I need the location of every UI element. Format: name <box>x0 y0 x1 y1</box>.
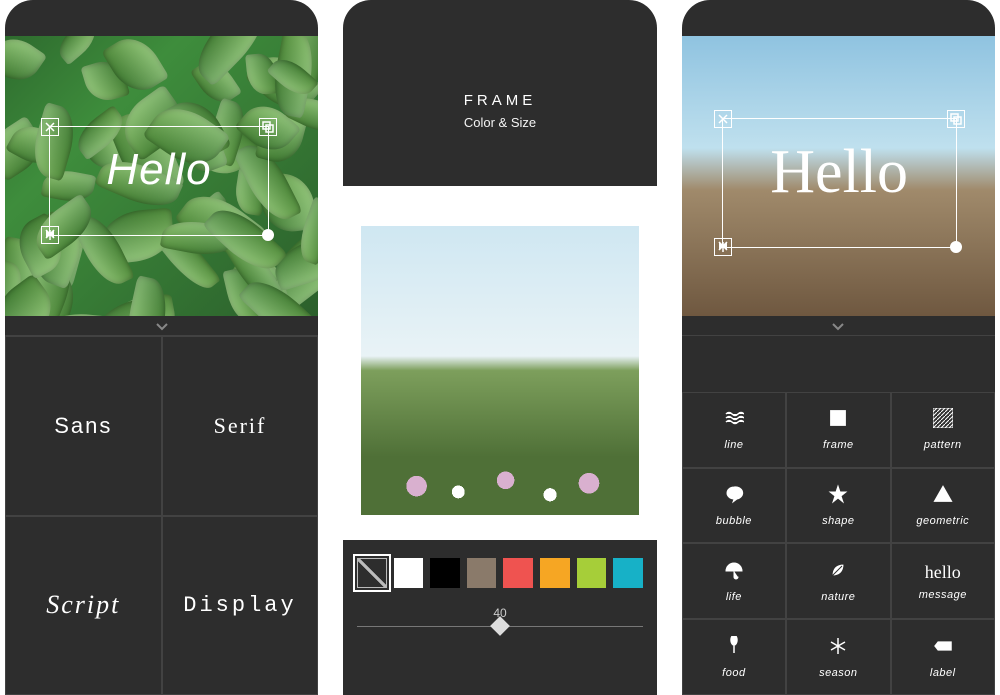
tool-label: frame <box>823 439 854 451</box>
tool-label: life <box>726 591 742 603</box>
color-swatch[interactable] <box>540 558 570 588</box>
color-swatch[interactable] <box>430 558 460 588</box>
color-swatch[interactable] <box>467 558 497 588</box>
tool-geometric[interactable]: geometric <box>891 468 995 544</box>
tool-season[interactable]: season <box>786 619 890 695</box>
chevron-down-icon[interactable] <box>682 316 995 336</box>
status-bar <box>682 0 995 36</box>
close-icon[interactable] <box>41 118 59 136</box>
tool-label: season <box>819 667 857 679</box>
frame-icon <box>828 408 848 433</box>
tool-bubble[interactable]: bubble <box>682 468 786 544</box>
phone-fonts-screen: Hello Sans Serif Script Display <box>5 0 318 695</box>
tool-shape[interactable]: shape <box>786 468 890 544</box>
tool-label: food <box>722 667 745 679</box>
tool-grid: line frame pattern bubble shape geometric life… <box>682 316 995 695</box>
text-selection-box[interactable]: Hello <box>49 126 269 236</box>
font-option-serif[interactable]: Serif <box>162 336 319 516</box>
color-swatch-row <box>357 558 642 588</box>
font-option-display[interactable]: Display <box>162 516 319 695</box>
color-swatch[interactable] <box>503 558 533 588</box>
snow-icon <box>828 636 848 661</box>
flip-icon[interactable] <box>41 226 59 244</box>
leaf-icon <box>828 560 848 585</box>
star-icon <box>828 484 848 509</box>
tool-message[interactable]: hello message <box>891 543 995 619</box>
text-overlay[interactable]: Hello <box>50 145 268 195</box>
phone-frame-screen: FRAME Color & Size 40 <box>343 0 656 695</box>
tool-label: bubble <box>716 515 752 527</box>
tool-label: message <box>919 589 967 601</box>
close-icon[interactable] <box>714 110 732 128</box>
font-option-script[interactable]: Script <box>5 516 162 695</box>
tool-label: shape <box>822 515 854 527</box>
rotate-handle[interactable] <box>262 229 274 241</box>
frame-panel-header: FRAME Color & Size <box>343 36 656 186</box>
color-swatch[interactable] <box>357 558 387 588</box>
color-swatch[interactable] <box>394 558 424 588</box>
umbrella-icon <box>724 560 744 585</box>
text-selection-box[interactable]: Hello <box>722 118 957 248</box>
tool-nature[interactable]: nature <box>786 543 890 619</box>
image-canvas[interactable] <box>343 186 656 540</box>
tool-life[interactable]: life <box>682 543 786 619</box>
phone-tools-screen: Hello line frame pattern bubble shape geometr… <box>682 0 995 695</box>
food-icon <box>724 636 744 661</box>
panel-subtitle: Color & Size <box>464 115 536 130</box>
color-swatch[interactable] <box>613 558 643 588</box>
frame-controls: 40 <box>343 540 656 695</box>
color-swatch[interactable] <box>577 558 607 588</box>
image-canvas[interactable]: Hello <box>682 36 995 316</box>
font-picker-panel: Sans Serif Script Display <box>5 316 318 695</box>
waves-icon <box>724 408 744 433</box>
slider-track[interactable] <box>357 626 642 627</box>
tool-pattern[interactable]: pattern <box>891 392 995 468</box>
tool-label: pattern <box>924 439 962 451</box>
flip-icon[interactable] <box>714 238 732 256</box>
status-bar <box>5 0 318 36</box>
bubble-icon <box>724 484 744 509</box>
resize-icon[interactable] <box>947 110 965 128</box>
size-slider[interactable]: 40 <box>357 606 642 627</box>
tool-food[interactable]: food <box>682 619 786 695</box>
tool-label[interactable]: label <box>891 619 995 695</box>
status-bar <box>343 0 656 36</box>
resize-icon[interactable] <box>259 118 277 136</box>
panel-title: FRAME <box>464 92 537 109</box>
rotate-handle[interactable] <box>950 241 962 253</box>
tool-label: geometric <box>916 515 969 527</box>
tool-label: label <box>930 667 956 679</box>
tool-label: line <box>724 439 743 451</box>
triangle-icon <box>933 484 953 509</box>
tool-frame[interactable]: frame <box>786 392 890 468</box>
chevron-down-icon[interactable] <box>5 316 318 336</box>
font-option-sans[interactable]: Sans <box>5 336 162 516</box>
image-canvas[interactable]: Hello <box>5 36 318 316</box>
pattern-icon <box>933 408 953 433</box>
message-icon: hello <box>925 562 961 583</box>
tool-label: nature <box>821 591 855 603</box>
tool-line[interactable]: line <box>682 392 786 468</box>
text-overlay[interactable]: Hello <box>723 137 956 208</box>
tag-icon <box>933 636 953 661</box>
